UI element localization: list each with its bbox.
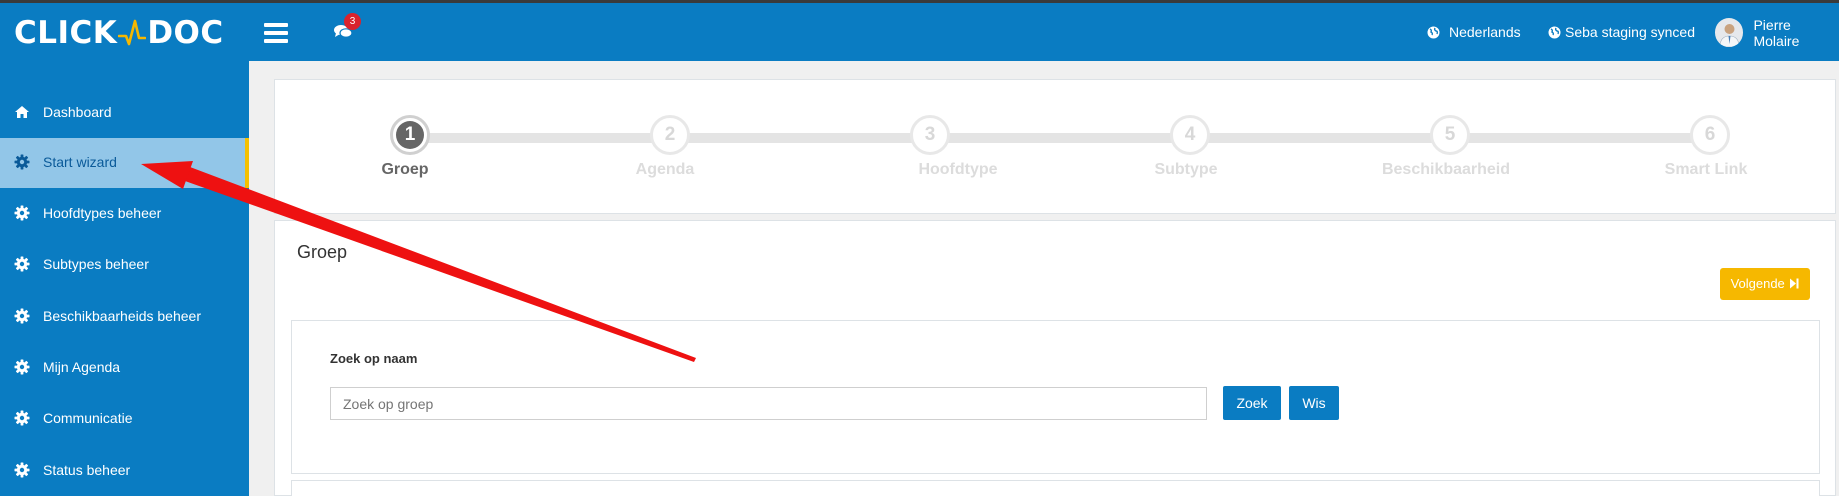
sidebar-item-label: Mijn Agenda xyxy=(43,359,121,375)
sidebar-item-beschikbaarheids-beheer[interactable]: Beschikbaarheids beheer xyxy=(0,292,249,342)
sidebar-item-label: Beschikbaarheids beheer xyxy=(43,308,201,324)
sidebar-item-label: Communicatie xyxy=(43,410,133,426)
step-forward-icon xyxy=(1790,278,1799,289)
home-icon xyxy=(15,106,29,118)
wizard-step-label: Agenda xyxy=(635,161,695,178)
sync-status[interactable]: Seba staging synced xyxy=(1548,23,1695,41)
language-selector[interactable]: Nederlands xyxy=(1427,23,1521,41)
search-label: Zoek op naam xyxy=(330,351,418,366)
logo-text-right: DOC xyxy=(147,15,224,51)
sidebar-item-label: Dashboard xyxy=(43,104,112,120)
sidebar-item-subtypes-beheer[interactable]: Subtypes beheer xyxy=(0,240,249,290)
globe-icon xyxy=(1548,26,1561,38)
user-menu[interactable]: Pierre Molaire xyxy=(1715,16,1839,49)
wizard-step-3[interactable]: 3 xyxy=(910,115,950,155)
gear-icon xyxy=(14,462,30,478)
chat-notification-badge: 3 xyxy=(344,13,361,30)
sidebar-item-status-beheer[interactable]: Status beheer xyxy=(0,446,249,496)
search-button[interactable]: Zoek xyxy=(1223,386,1281,420)
next-button[interactable]: Volgende xyxy=(1720,268,1810,300)
sidebar-item-label: Subtypes beheer xyxy=(43,256,149,272)
sync-status-label: Seba staging synced xyxy=(1565,24,1695,40)
wizard-stepper-panel xyxy=(274,79,1836,214)
sidebar-item-hoofdtypes-beheer[interactable]: Hoofdtypes beheer xyxy=(0,189,249,239)
results-panel xyxy=(291,480,1820,496)
top-navbar: CLICK DOC 3 Nederlands Seba staging sync… xyxy=(0,3,1839,61)
wizard-step-2[interactable]: 2 xyxy=(650,115,690,155)
wizard-step-label: Groep xyxy=(381,161,429,178)
clear-button[interactable]: Wis xyxy=(1289,386,1339,420)
wizard-step-1[interactable]: 1 xyxy=(390,115,430,155)
sidebar-item-label: Start wizard xyxy=(43,154,117,170)
menu-toggle-icon[interactable] xyxy=(264,23,288,43)
gear-icon xyxy=(14,256,30,272)
wizard-step-label: Hoofdtype xyxy=(918,161,998,178)
sidebar-item-start-wizard[interactable]: Start wizard xyxy=(0,138,249,188)
clickdoc-logo[interactable]: CLICK DOC xyxy=(14,15,224,51)
wizard-step-4[interactable]: 4 xyxy=(1170,115,1210,155)
gear-icon xyxy=(14,410,30,426)
wizard-step-label: Smart Link xyxy=(1664,161,1748,178)
next-button-label: Volgende xyxy=(1730,276,1785,291)
wizard-step-label: Subtype xyxy=(1154,161,1218,178)
sidebar: Dashboard Start wizard Hoofdtypes beheer… xyxy=(0,61,249,496)
heartbeat-logo-mark xyxy=(118,19,147,46)
sidebar-item-mijn-agenda[interactable]: Mijn Agenda xyxy=(0,343,249,393)
sidebar-item-label: Hoofdtypes beheer xyxy=(43,205,162,221)
gear-icon xyxy=(14,154,30,170)
avatar xyxy=(1715,18,1744,47)
gear-icon xyxy=(14,308,30,324)
user-name: Pierre Molaire xyxy=(1753,16,1800,49)
gear-icon xyxy=(14,205,30,221)
sidebar-item-communicatie[interactable]: Communicatie xyxy=(0,394,249,444)
sidebar-item-dashboard[interactable]: Dashboard xyxy=(0,88,249,138)
gear-icon xyxy=(14,359,30,375)
stepper-track xyxy=(410,133,1710,143)
language-label: Nederlands xyxy=(1449,24,1521,40)
sidebar-item-label: Status beheer xyxy=(43,462,131,478)
wizard-step-label: Beschikbaarheid xyxy=(1381,161,1511,178)
globe-icon xyxy=(1427,26,1440,38)
wizard-step-5[interactable]: 5 xyxy=(1430,115,1470,155)
search-input[interactable] xyxy=(330,387,1207,420)
wizard-step-6[interactable]: 6 xyxy=(1690,115,1730,155)
logo-text-left: CLICK xyxy=(14,15,118,51)
page-title: Groep xyxy=(297,242,348,262)
